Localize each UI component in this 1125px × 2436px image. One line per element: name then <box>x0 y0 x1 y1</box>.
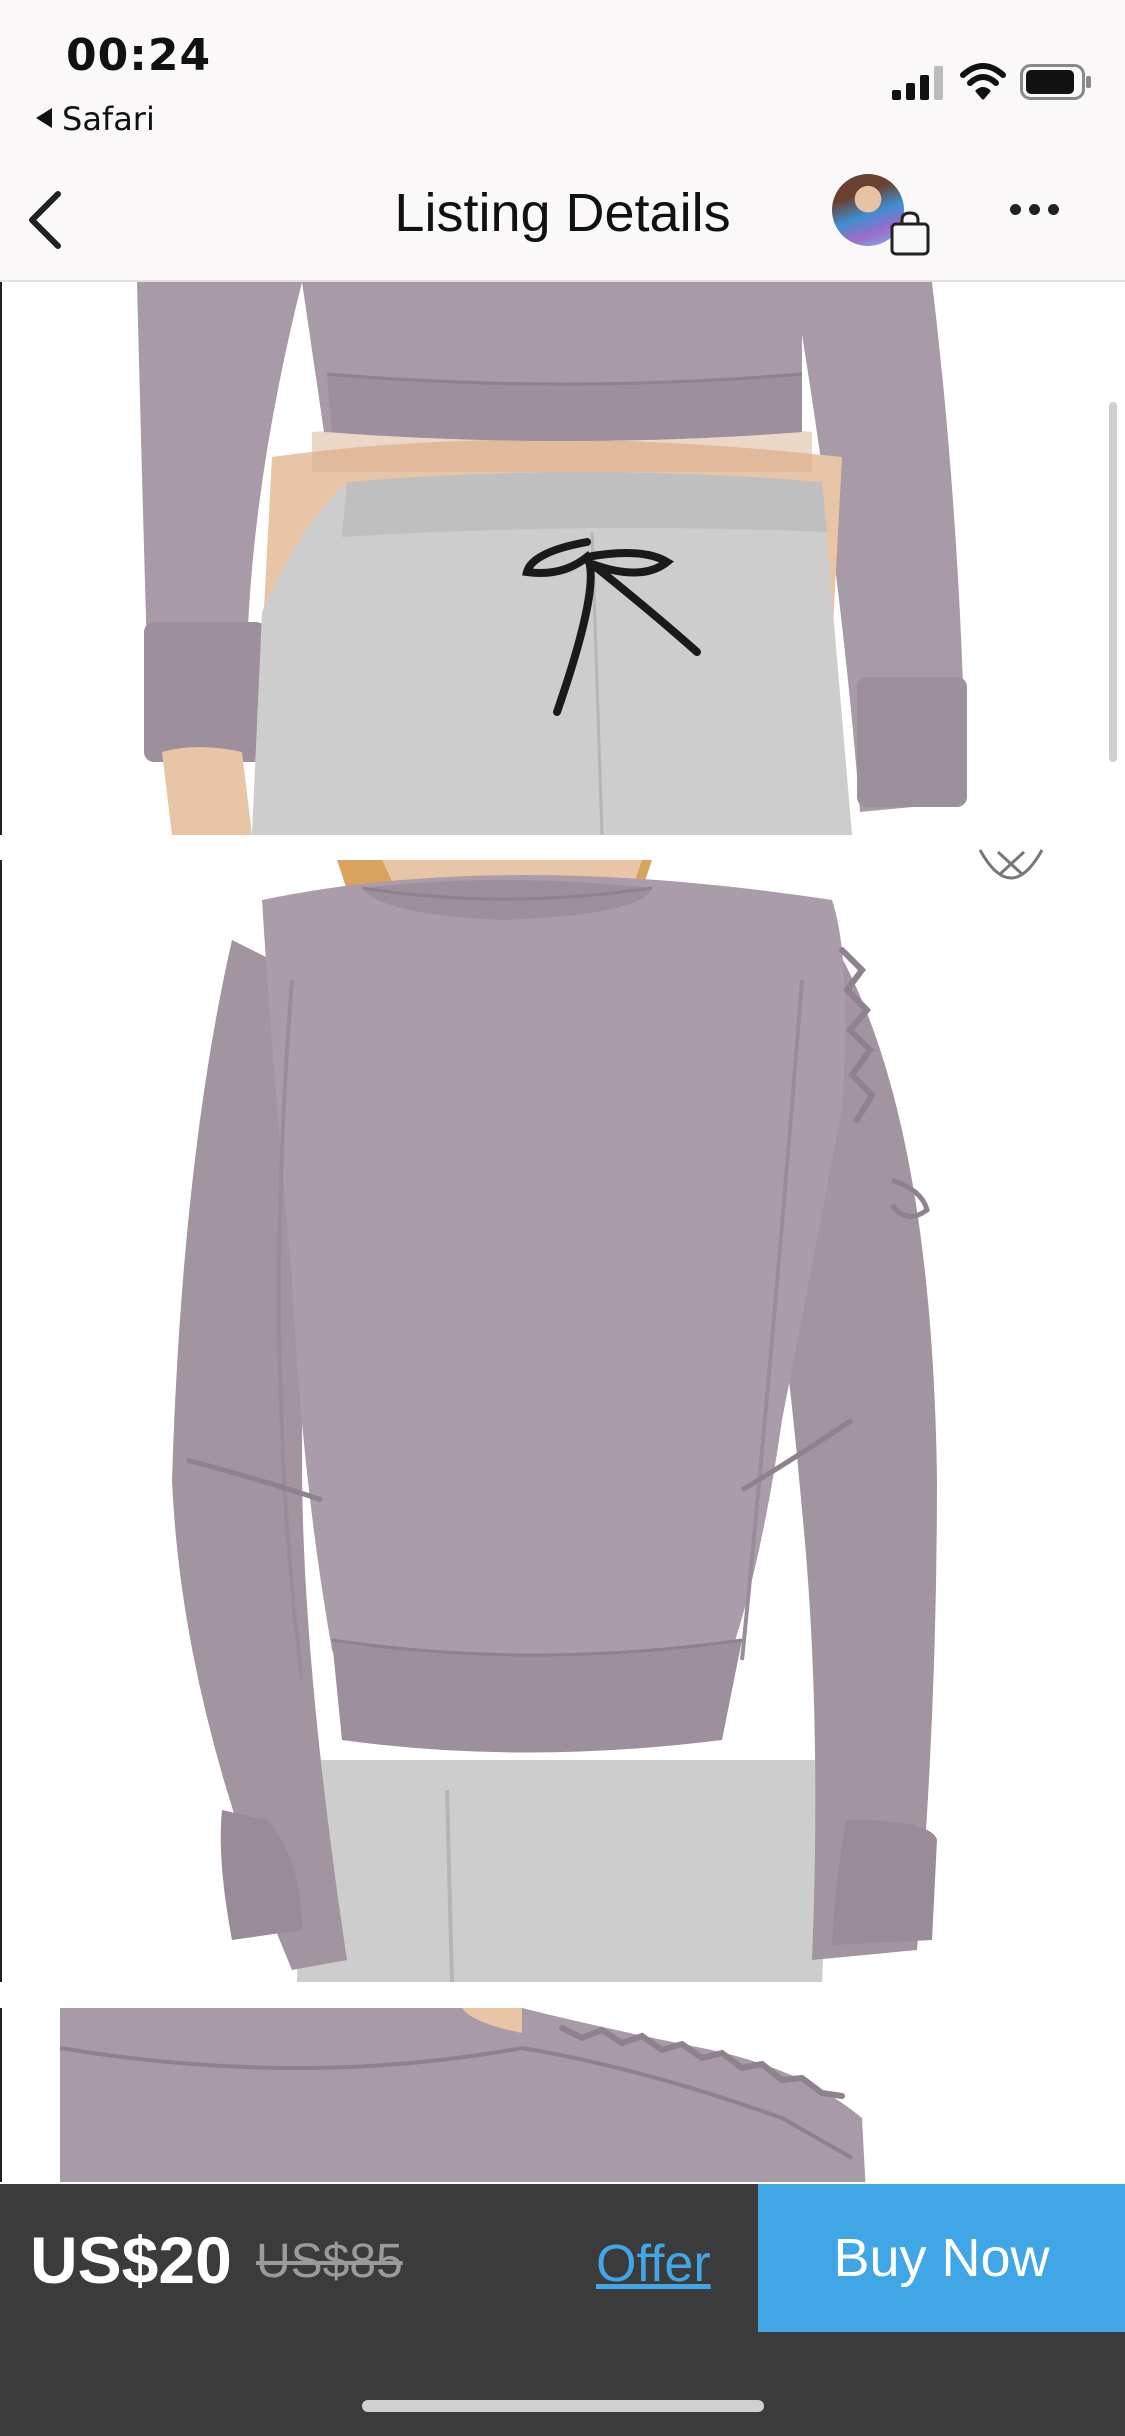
seller-bag-button[interactable] <box>832 166 942 266</box>
back-to-safari[interactable]: Safari <box>36 100 155 138</box>
sweatshirt-front-image <box>2 282 1125 835</box>
shopping-bag-icon <box>890 211 930 256</box>
listing-photo-2[interactable] <box>0 860 1125 1982</box>
offer-link[interactable]: Offer <box>596 2234 711 2294</box>
battery-icon <box>1020 64 1091 100</box>
listing-photo-1[interactable] <box>0 282 1125 835</box>
scroll-indicator <box>1109 402 1117 762</box>
listing-price: US$20 <box>30 2223 232 2297</box>
original-price: US$85 <box>256 2235 403 2288</box>
buy-now-button[interactable]: Buy Now <box>758 2184 1125 2332</box>
cellular-signal-icon <box>892 66 943 100</box>
sweatshirt-back-image <box>2 860 1125 1982</box>
wifi-icon <box>960 63 1006 100</box>
photo-gallery[interactable] <box>0 282 1125 2182</box>
sweatshirt-shoulder-image <box>2 2008 1125 2182</box>
listing-photo-3[interactable] <box>0 2008 1125 2182</box>
status-bar: 00:24 Safari <box>0 0 1125 160</box>
status-time: 00:24 <box>66 30 212 81</box>
home-indicator[interactable] <box>362 2400 764 2412</box>
back-app-label: Safari <box>62 100 155 138</box>
purchase-bar: US$20 US$85 Offer Buy Now <box>0 2184 1125 2436</box>
back-triangle-icon <box>36 108 52 128</box>
ellipsis-icon[interactable] <box>1010 200 1070 230</box>
chevron-up-icon[interactable] <box>978 846 1044 882</box>
nav-bar: Listing Details <box>0 160 1125 282</box>
page-title: Listing Details <box>394 183 731 243</box>
